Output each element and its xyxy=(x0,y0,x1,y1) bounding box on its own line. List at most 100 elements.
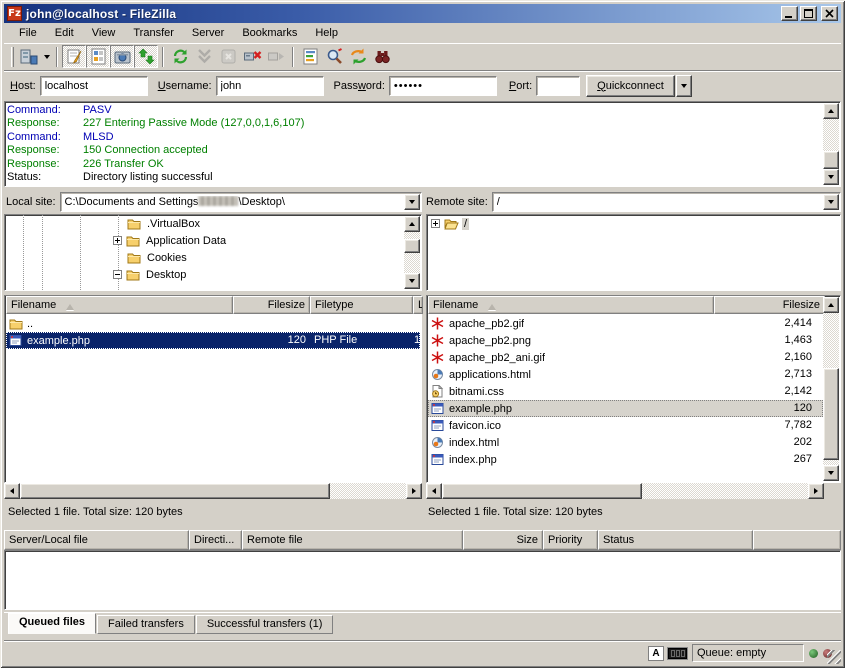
scrollbar-thumb[interactable] xyxy=(20,483,330,499)
remote-list-scroll-up-button[interactable] xyxy=(823,297,839,313)
status-bar: A Queue: empty xyxy=(4,640,841,664)
file-row[interactable]: bitnami.css 2,142 xyxy=(428,383,823,400)
menu-edit[interactable]: Edit xyxy=(46,25,83,41)
file-row[interactable]: index.html 202 xyxy=(428,434,823,451)
port-input[interactable] xyxy=(536,76,580,96)
file-row-parent-dir[interactable]: .. xyxy=(6,315,420,332)
tree-item-root[interactable]: / xyxy=(427,215,840,232)
sort-ascending-icon xyxy=(488,300,496,310)
scroll-right-button[interactable] xyxy=(406,483,422,499)
title-bar[interactable]: Fz john@localhost - FileZilla xyxy=(4,4,841,23)
transfer-queue-list[interactable] xyxy=(4,550,841,610)
process-queue-button[interactable] xyxy=(192,45,216,68)
local-site-combobox[interactable]: C:\Documents and Settings\Desktop\ xyxy=(60,192,422,212)
tree-item-application-data[interactable]: Application Data xyxy=(5,232,421,249)
scroll-left-button[interactable] xyxy=(426,483,442,499)
username-input[interactable] xyxy=(216,76,324,96)
remote-tree-icon xyxy=(113,47,132,66)
local-tree-scrollbar-thumb[interactable] xyxy=(404,239,420,253)
redacted-username xyxy=(198,196,238,206)
tab-queued-files[interactable]: Queued files xyxy=(8,613,96,634)
speed-limits-icon[interactable] xyxy=(668,648,687,659)
scroll-down-icon xyxy=(409,279,415,286)
menu-transfer[interactable]: Transfer xyxy=(124,25,183,41)
expand-icon[interactable] xyxy=(431,219,440,228)
remote-list-scroll-down-button[interactable] xyxy=(823,465,839,481)
minimize-button[interactable] xyxy=(781,6,798,21)
local-column-filename[interactable]: Filename xyxy=(6,296,233,314)
log-scroll-up-button[interactable] xyxy=(823,103,839,119)
menu-server[interactable]: Server xyxy=(183,25,233,41)
synchronized-browsing-button[interactable] xyxy=(346,45,370,68)
tree-item-desktop[interactable]: Desktop xyxy=(5,266,421,283)
file-row[interactable]: apache_pb2.png 1,463 xyxy=(428,332,823,349)
password-input[interactable] xyxy=(389,76,497,96)
menu-view[interactable]: View xyxy=(83,25,125,41)
file-row[interactable]: applications.html 2,713 xyxy=(428,366,823,383)
maximize-button[interactable] xyxy=(800,6,817,21)
remote-column-filesize[interactable]: Filesize xyxy=(714,296,825,314)
toggle-message-log-button[interactable] xyxy=(62,45,86,68)
file-row[interactable]: favicon.ico 7,782 xyxy=(428,417,823,434)
toggle-queue-button[interactable] xyxy=(134,45,158,68)
filter-button[interactable] xyxy=(298,45,322,68)
queue-column-status[interactable]: Status xyxy=(598,530,753,550)
refresh-button[interactable] xyxy=(168,45,192,68)
scrollbar-thumb[interactable] xyxy=(442,483,642,499)
file-row-selected[interactable]: example.php 120 xyxy=(428,400,823,417)
local-column-filetype[interactable]: Filetype xyxy=(310,296,413,314)
queue-column-remote-file[interactable]: Remote file xyxy=(242,530,463,550)
local-tree-scroll-up-button[interactable] xyxy=(404,216,420,232)
menu-file[interactable]: File xyxy=(10,25,46,41)
data-type-icon[interactable]: A xyxy=(648,646,664,661)
remote-column-filename[interactable]: Filename xyxy=(428,296,714,314)
site-manager-button[interactable] xyxy=(17,45,41,68)
queue-column-local-file[interactable]: Server/Local file xyxy=(4,530,189,550)
local-tree-scroll-down-button[interactable] xyxy=(404,273,420,289)
menu-bookmarks[interactable]: Bookmarks xyxy=(233,25,306,41)
queue-column-priority[interactable]: Priority xyxy=(543,530,598,550)
file-row-example-php[interactable]: example.php 120 PHP File 1 xyxy=(6,332,420,349)
queue-column-size[interactable]: Size xyxy=(463,530,543,550)
log-scroll-down-button[interactable] xyxy=(823,169,839,185)
file-row[interactable]: apache_pb2.gif 2,414 xyxy=(428,315,823,332)
local-horizontal-scrollbar[interactable] xyxy=(4,483,422,499)
site-manager-dropdown[interactable] xyxy=(41,45,52,68)
queue-tabs: Queued files Failed transfers Successful… xyxy=(4,612,841,634)
reconnect-button[interactable] xyxy=(264,45,288,68)
toolbar-separator xyxy=(162,47,164,67)
cancel-button[interactable] xyxy=(216,45,240,68)
remote-horizontal-scrollbar[interactable] xyxy=(426,483,824,499)
tree-item-cookies[interactable]: Cookies xyxy=(5,249,421,266)
log-scrollbar-thumb[interactable] xyxy=(823,151,839,169)
tab-failed-transfers[interactable]: Failed transfers xyxy=(97,615,195,634)
remote-list-scrollbar-thumb[interactable] xyxy=(823,368,839,460)
log-scrollbar-track[interactable] xyxy=(823,119,839,151)
queue-column-direction[interactable]: Directi... xyxy=(189,530,242,550)
find-button[interactable] xyxy=(370,45,394,68)
scroll-left-button[interactable] xyxy=(4,483,20,499)
menu-help[interactable]: Help xyxy=(306,25,347,41)
file-row[interactable]: apache_pb2_ani.gif 2,160 xyxy=(428,349,823,366)
collapse-icon[interactable] xyxy=(113,270,122,279)
compare-button[interactable] xyxy=(322,45,346,68)
local-column-lastmodified[interactable]: L xyxy=(413,296,423,314)
remote-site-combobox[interactable]: / xyxy=(492,192,841,212)
close-button[interactable] xyxy=(821,6,838,21)
window-title: john@localhost - FileZilla xyxy=(26,7,781,21)
remote-site-dropdown[interactable] xyxy=(823,194,839,210)
quickconnect-button[interactable]: Quickconnect xyxy=(586,75,675,97)
local-column-filesize[interactable]: Filesize xyxy=(233,296,310,314)
quickconnect-dropdown[interactable] xyxy=(676,75,692,97)
tab-successful-transfers[interactable]: Successful transfers (1) xyxy=(196,615,334,634)
disconnect-button[interactable] xyxy=(240,45,264,68)
expand-icon[interactable] xyxy=(113,236,122,245)
toggle-remote-tree-button[interactable] xyxy=(110,45,134,68)
local-site-dropdown[interactable] xyxy=(404,194,420,210)
toggle-local-tree-button[interactable] xyxy=(86,45,110,68)
host-input[interactable] xyxy=(40,76,148,96)
file-row[interactable]: index.php 267 xyxy=(428,451,823,468)
resize-grip[interactable] xyxy=(827,650,841,664)
tree-item-virtualbox[interactable]: .VirtualBox xyxy=(5,215,421,232)
scroll-right-button[interactable] xyxy=(808,483,824,499)
